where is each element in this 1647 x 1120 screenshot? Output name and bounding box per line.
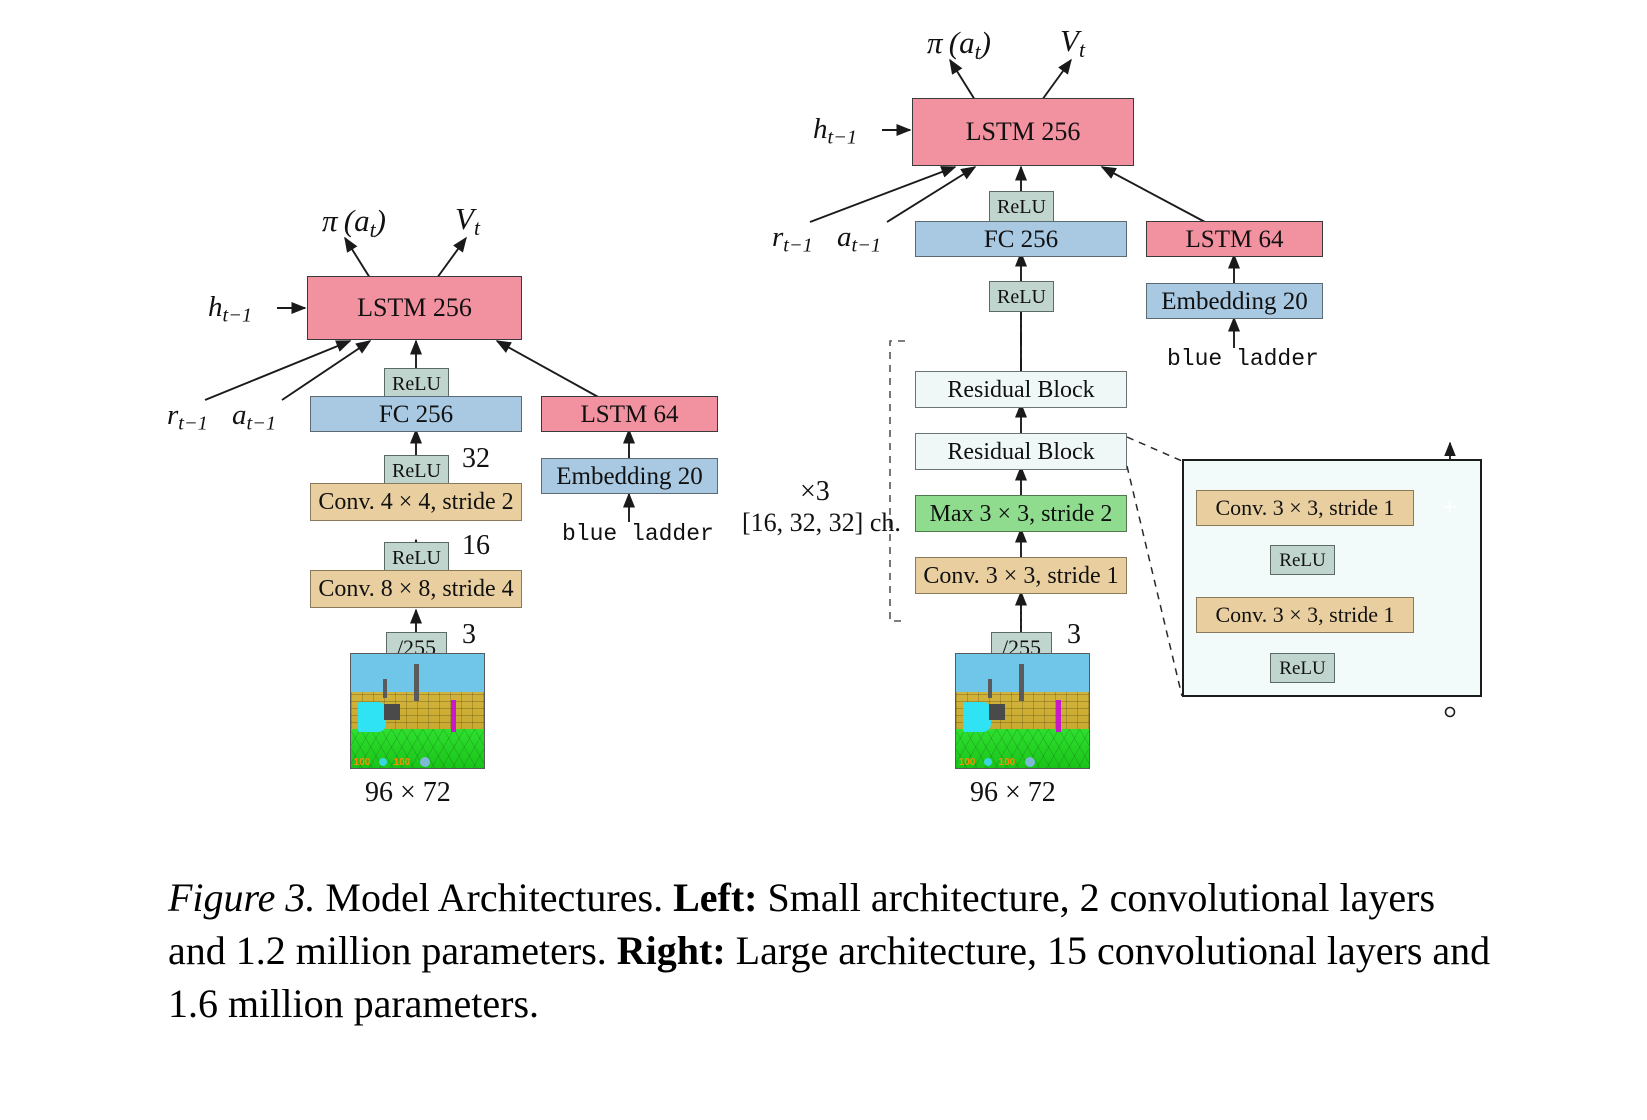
left-reward-input-label: rt−1 bbox=[167, 399, 208, 435]
hud-orb-left-icon bbox=[378, 758, 387, 766]
right-fc-256-block[interactable]: FC 256 bbox=[915, 221, 1127, 257]
hud-health-value: 100 bbox=[353, 757, 371, 768]
floor-region bbox=[351, 729, 484, 768]
left-instruction-text: blue ladder bbox=[562, 521, 714, 547]
hud-orb-left-icon bbox=[983, 758, 992, 766]
right-lstm-256-block[interactable]: LSTM 256 bbox=[912, 98, 1134, 166]
left-lstm-256-block[interactable]: LSTM 256 bbox=[307, 276, 522, 340]
left-relu-top-block[interactable]: ReLU bbox=[384, 368, 449, 399]
right-channels-label: [16, 32, 32] ch. bbox=[742, 508, 901, 537]
right-lstm-64-block[interactable]: LSTM 64 bbox=[1146, 221, 1323, 257]
residual-detail-relu-mid[interactable]: ReLU bbox=[1270, 545, 1335, 575]
right-residual-block-2[interactable]: Residual Block bbox=[915, 371, 1127, 408]
hud-ammo-value: 100 bbox=[393, 757, 411, 768]
weapon-icon bbox=[989, 704, 1006, 721]
caption-title: Model Architectures. bbox=[315, 875, 674, 920]
caption-right-label: Right: bbox=[616, 927, 726, 973]
right-relu-top-block[interactable]: ReLU bbox=[989, 191, 1054, 222]
left-channels-3-label: 3 bbox=[462, 619, 476, 650]
left-hidden-state-label: ht−1 bbox=[208, 291, 252, 327]
left-relu-mid-block[interactable]: ReLU bbox=[384, 455, 449, 486]
left-fc-256-block[interactable]: FC 256 bbox=[310, 396, 522, 432]
monster-icon bbox=[357, 701, 386, 732]
right-game-screenshot: 100 100 bbox=[955, 653, 1090, 769]
right-embedding-20-block[interactable]: Embedding 20 bbox=[1146, 283, 1323, 319]
right-reward-input-label: rt−1 bbox=[772, 221, 813, 257]
figure-3-model-architectures: π (at) Vt ht−1 rt−1 at−1 LSTM 256 ReLU F… bbox=[0, 0, 1647, 1120]
left-policy-output-label: π (at) bbox=[322, 203, 386, 243]
monster-icon bbox=[962, 701, 991, 732]
left-relu-bottom-block[interactable]: ReLU bbox=[384, 542, 449, 573]
pillar-tall-icon bbox=[413, 664, 419, 701]
left-action-input-label: at−1 bbox=[232, 399, 276, 435]
residual-input-node bbox=[1444, 706, 1456, 718]
floor-region bbox=[956, 729, 1089, 768]
hud-ammo-value: 100 bbox=[998, 757, 1016, 768]
caption-figure-number: Figure 3. bbox=[168, 875, 316, 920]
caption-left-label: Left: bbox=[673, 875, 758, 920]
right-instruction-text: blue ladder bbox=[1167, 346, 1319, 372]
residual-detail-conv-bottom[interactable]: Conv. 3 × 3, stride 1 bbox=[1196, 597, 1414, 633]
right-policy-output-label: π (at) bbox=[927, 25, 991, 65]
pillar-short-icon bbox=[987, 679, 992, 699]
blue-ladder-object bbox=[1055, 699, 1061, 732]
left-input-size-label: 96 × 72 bbox=[365, 777, 451, 808]
pillar-tall-icon bbox=[1018, 664, 1024, 701]
residual-detail-conv-top[interactable]: Conv. 3 × 3, stride 1 bbox=[1196, 490, 1414, 526]
right-repeat-label: ×3 bbox=[800, 476, 830, 507]
left-embedding-20-block[interactable]: Embedding 20 bbox=[541, 458, 718, 494]
blue-ladder-object bbox=[450, 699, 456, 732]
right-hidden-state-label: ht−1 bbox=[813, 113, 857, 149]
left-channels-16-label: 16 bbox=[462, 530, 490, 561]
hud-health-value: 100 bbox=[958, 757, 976, 768]
right-conv-3x3-block[interactable]: Conv. 3 × 3, stride 1 bbox=[915, 557, 1127, 594]
right-maxpool-block[interactable]: Max 3 × 3, stride 2 bbox=[915, 495, 1127, 532]
residual-detail-relu-bottom[interactable]: ReLU bbox=[1270, 653, 1335, 683]
right-relu-mid-block[interactable]: ReLU bbox=[989, 281, 1054, 312]
left-lstm-64-block[interactable]: LSTM 64 bbox=[541, 396, 718, 432]
residual-detail-add-symbol: + bbox=[1442, 492, 1458, 522]
figure-caption: Figure 3. Model Architectures. Left: Sma… bbox=[168, 872, 1493, 1030]
left-game-screenshot: 100 100 bbox=[350, 653, 485, 769]
left-conv-8x8-block[interactable]: Conv. 8 × 8, stride 4 bbox=[310, 570, 522, 608]
right-input-size-label: 96 × 72 bbox=[970, 777, 1056, 808]
left-channels-32-label: 32 bbox=[462, 443, 490, 474]
pillar-short-icon bbox=[382, 679, 387, 699]
right-input-channels-label: 3 bbox=[1067, 619, 1081, 650]
right-action-input-label: at−1 bbox=[837, 221, 881, 257]
left-value-output-label: Vt bbox=[455, 201, 480, 241]
right-residual-block-1[interactable]: Residual Block bbox=[915, 433, 1127, 470]
weapon-icon bbox=[384, 704, 401, 721]
left-conv-4x4-block[interactable]: Conv. 4 × 4, stride 2 bbox=[310, 483, 522, 521]
right-value-output-label: Vt bbox=[1060, 23, 1085, 63]
